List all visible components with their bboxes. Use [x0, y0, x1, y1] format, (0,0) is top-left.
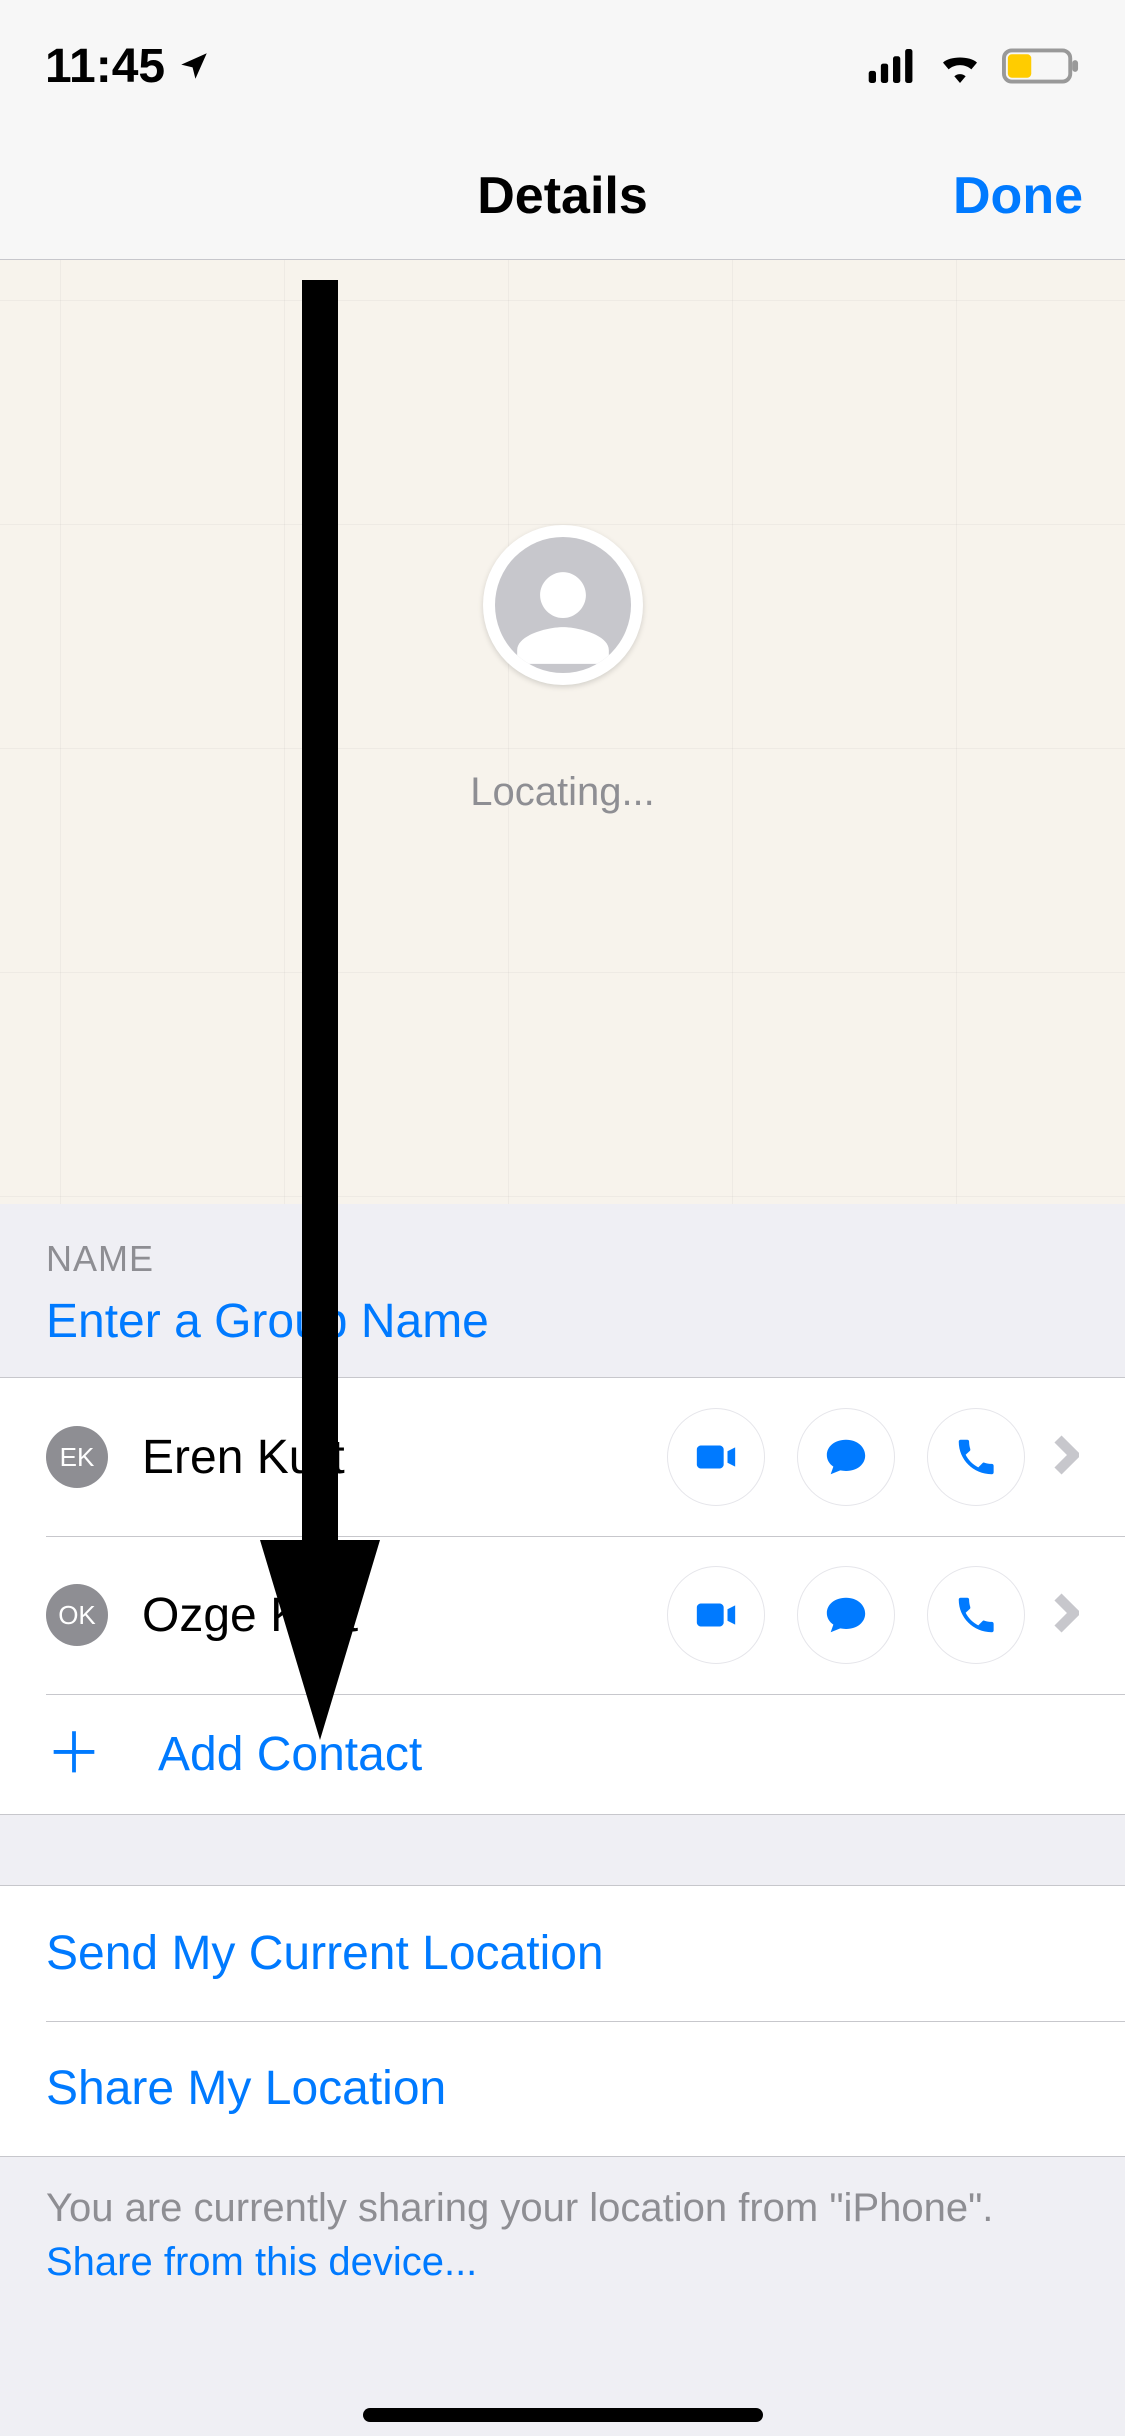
map-status-text: Locating...: [470, 770, 655, 815]
add-contact-button[interactable]: ＋ Add Contact: [0, 1694, 1125, 1814]
footer-link[interactable]: Share from this device...: [46, 2240, 477, 2284]
contact-monogram: OK: [46, 1584, 108, 1646]
contact-name: Ozge Kurt: [142, 1588, 667, 1643]
chevron-right-icon: [1053, 1435, 1079, 1480]
name-section-header: NAME: [0, 1204, 1125, 1290]
location-arrow-icon: [177, 49, 211, 83]
contact-row[interactable]: OK Ozge Kurt: [0, 1536, 1125, 1694]
group-name-input[interactable]: [46, 1294, 1079, 1349]
video-call-button[interactable]: [667, 1566, 765, 1664]
plus-icon: ＋: [46, 1726, 102, 1782]
group-name-cell[interactable]: [0, 1290, 1125, 1377]
map-pin-avatar: [483, 525, 643, 685]
contact-monogram: EK: [46, 1426, 108, 1488]
map-area[interactable]: Locating...: [0, 260, 1125, 1204]
section-spacer: [0, 1815, 1125, 1885]
message-button[interactable]: [797, 1408, 895, 1506]
contact-row[interactable]: EK Eren Kurt: [0, 1378, 1125, 1536]
contacts-list: EK Eren Kurt OK Ozge Kurt ＋ Add Contact: [0, 1377, 1125, 1815]
contact-actions: [667, 1408, 1025, 1506]
avatar-placeholder-icon: [495, 537, 631, 673]
status-left: 11:45: [45, 39, 211, 94]
footer-text: You are currently sharing your location …: [46, 2186, 993, 2230]
message-button[interactable]: [797, 1566, 895, 1664]
wifi-icon: [936, 49, 984, 83]
cellular-icon: [868, 49, 918, 83]
add-contact-label: Add Contact: [158, 1727, 422, 1782]
status-time: 11:45: [45, 39, 165, 94]
location-section: Send My Current Location Share My Locati…: [0, 1885, 1125, 2157]
footer-note: You are currently sharing your location …: [0, 2157, 1125, 2329]
done-button[interactable]: Done: [953, 166, 1083, 226]
audio-call-button[interactable]: [927, 1566, 1025, 1664]
share-location-button[interactable]: Share My Location: [0, 2021, 1125, 2156]
status-right: [868, 48, 1080, 84]
video-call-button[interactable]: [667, 1408, 765, 1506]
status-bar: 11:45: [0, 0, 1125, 132]
audio-call-button[interactable]: [927, 1408, 1025, 1506]
contact-actions: [667, 1566, 1025, 1664]
nav-bar: Details Done: [0, 132, 1125, 260]
send-location-button[interactable]: Send My Current Location: [0, 1886, 1125, 2021]
chevron-right-icon: [1053, 1593, 1079, 1638]
home-indicator: [363, 2408, 763, 2422]
battery-icon: [1002, 48, 1080, 84]
contact-name: Eren Kurt: [142, 1430, 667, 1485]
